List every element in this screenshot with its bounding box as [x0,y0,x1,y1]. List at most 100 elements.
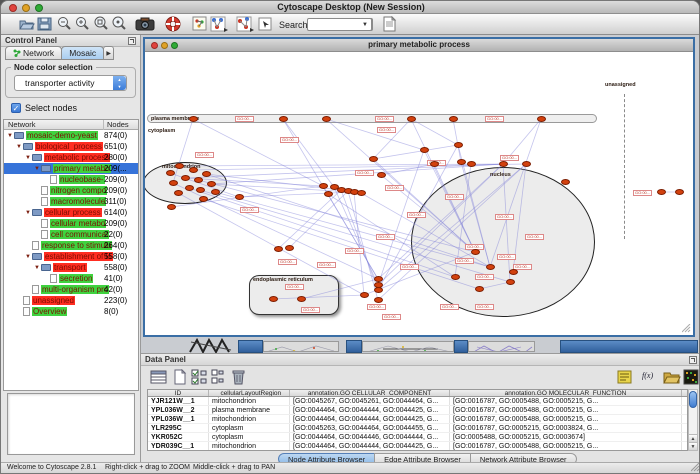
take-snapshot-icon[interactable] [135,16,155,32]
attribute-list-icon[interactable] [617,369,633,385]
network-node[interactable] [449,116,458,122]
background-window-strip[interactable] [468,341,535,352]
network-node[interactable] [175,163,184,169]
annotation-tool-icon[interactable] [258,16,273,32]
tree-row[interactable]: secretion41(0) [4,273,138,284]
network-node[interactable] [199,196,208,202]
zoom-fit-content-icon[interactable] [111,16,127,32]
birds-eye-view[interactable] [7,393,135,455]
region-plasma-membrane[interactable]: plasma membrane [147,114,597,123]
network-node[interactable] [274,246,283,252]
formula-builder-icon[interactable]: f(x) [642,369,658,383]
expander-icon[interactable]: ▼ [24,254,32,260]
network-node[interactable] [207,181,216,187]
attribute-matrix-icon[interactable] [683,369,699,385]
float-panel-icon[interactable] [128,37,136,45]
network-node[interactable] [506,279,515,285]
network-node[interactable] [475,286,484,292]
network-node[interactable] [420,147,429,153]
network-node[interactable] [374,287,383,293]
table-row[interactable]: YDR039C__1mitochondrion[GO:0044464, GO:0… [148,442,687,451]
help-icon[interactable] [165,16,182,32]
tree-row[interactable]: ▼transport558(0) [4,262,138,273]
tree-row[interactable]: ▼biological_process651(0) [4,141,138,152]
network-node[interactable] [360,292,369,298]
network-node[interactable] [202,171,211,177]
zoom-in-icon[interactable] [75,16,90,32]
column-header[interactable]: _cellularLayoutRegion [209,390,290,396]
tree-row[interactable]: Overview8(0) [4,306,138,317]
tab-mosaic[interactable]: Mosaic [61,46,104,60]
network-node[interactable] [194,177,203,183]
network-node[interactable] [537,116,546,122]
network-window-titlebar[interactable]: primary metabolic process [145,39,693,52]
network-node[interactable] [319,183,328,189]
network-node[interactable] [285,245,294,251]
open-session-icon[interactable] [18,16,35,32]
save-session-icon[interactable] [37,16,52,32]
tab-network[interactable]: Network [5,46,62,60]
region-nucleus[interactable]: nucleus [411,167,595,317]
network-node[interactable] [169,180,178,186]
network-node[interactable] [407,116,416,122]
background-window-edge[interactable] [346,340,362,353]
expander-icon[interactable]: ▼ [6,133,14,139]
layout-blue-nodes-icon[interactable] [210,16,229,32]
enhanced-search-document-icon[interactable] [382,16,397,32]
network-node[interactable] [166,170,175,176]
region-endoplasmic-reticulum[interactable]: endoplasmic reticulum [249,275,339,315]
table-row[interactable]: YKR052Ccytoplasm[GO:0044464, GO:0044446,… [148,433,687,442]
background-window-edge[interactable] [454,340,468,353]
import-attributes-icon[interactable] [663,369,681,385]
network-node[interactable] [369,156,378,162]
network-node[interactable] [561,179,570,185]
network-node[interactable] [509,269,518,275]
layout-red-nodes-icon[interactable] [236,16,255,32]
network-node[interactable] [279,116,288,122]
network-node[interactable] [457,159,466,165]
network-node[interactable] [174,190,183,196]
tree-row[interactable]: nucleobase-209(0) [4,174,138,185]
network-view-window[interactable]: primary metabolic process plasma membran… [143,37,695,337]
network-node[interactable] [657,189,666,195]
tree-row[interactable]: response to stimulu264(0) [4,240,138,251]
table-row[interactable]: YJR121W__1mitochondrion[GO:0045267, GO:0… [148,397,687,406]
table-row[interactable]: YPL036W__1mitochondrion[GO:0044464, GO:0… [148,415,687,424]
zoom-out-icon[interactable] [57,16,72,32]
tree-row[interactable]: ▼establishment of lo558(0) [4,251,138,262]
search-dropdown-icon[interactable]: ▼ [359,18,372,31]
network-node[interactable] [675,189,684,195]
table-row[interactable]: YPL036W__2plasma membrane[GO:0044464, GO… [148,406,687,415]
window-titlebar[interactable]: Cytoscape Desktop (New Session) [1,1,700,14]
network-node[interactable] [430,161,439,167]
background-window-strip[interactable] [362,341,454,352]
tree-row[interactable]: nitrogen compo209(0) [4,185,138,196]
network-node[interactable] [374,297,383,303]
tabs-overflow-arrow[interactable]: ▶ [103,46,114,60]
background-network-fragment[interactable] [189,338,235,353]
network-node[interactable] [196,187,205,193]
tree-row[interactable]: unassigned223(0) [4,295,138,306]
network-node[interactable] [522,161,531,167]
network-node[interactable] [189,116,198,122]
network-node[interactable] [454,142,463,148]
scrollbar-thumb[interactable] [689,391,697,408]
network-node[interactable] [377,172,386,178]
network-node[interactable] [235,194,244,200]
network-node[interactable] [467,161,476,167]
tree-row[interactable]: ▼primary metabo209(... [4,163,138,174]
tree-row[interactable]: multi-organism pro42(0) [4,284,138,295]
column-header[interactable]: ID [148,390,209,396]
expander-icon[interactable]: ▼ [24,155,32,161]
network-node[interactable] [324,191,333,197]
select-attributes-icon[interactable] [150,369,167,385]
network-node[interactable] [269,296,278,302]
window-resize-grip[interactable] [691,463,700,472]
table-row[interactable]: YLR295Ccytoplasm[GO:0045263, GO:0044464,… [148,424,687,433]
select-nodes-checkbox[interactable]: ✓ [11,103,21,113]
unselect-all-attributes-icon[interactable] [211,369,224,385]
network-node[interactable] [211,189,220,195]
network-node[interactable] [357,190,366,196]
tree-row[interactable]: ▼cellular process614(0) [4,207,138,218]
delete-attribute-icon[interactable] [231,369,246,385]
